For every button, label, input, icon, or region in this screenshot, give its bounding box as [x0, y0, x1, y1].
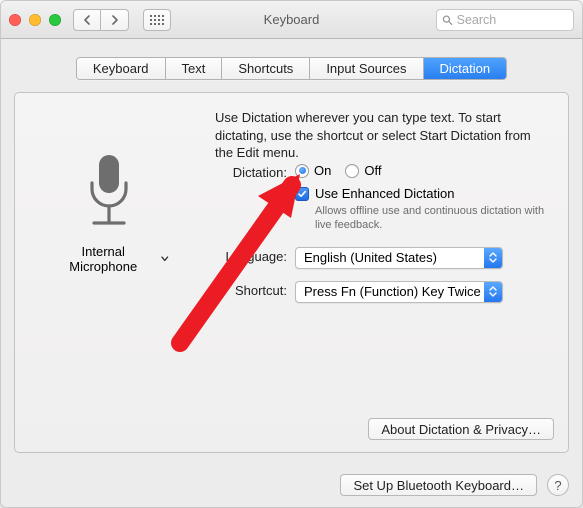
tab-input-sources[interactable]: Input Sources [310, 58, 423, 79]
back-button[interactable] [73, 9, 101, 31]
search-field[interactable] [436, 9, 574, 31]
tab-keyboard[interactable]: Keyboard [77, 58, 166, 79]
close-window-button[interactable] [9, 14, 21, 26]
checkbox-checked-icon [295, 187, 309, 201]
tab-bar: Keyboard Text Shortcuts Input Sources Di… [76, 57, 507, 80]
shortcut-dropdown[interactable]: Press Fn (Function) Key Twice [295, 281, 503, 303]
shortcut-label: Shortcut: [175, 281, 295, 298]
language-dropdown[interactable]: English (United States) [295, 247, 503, 269]
enhanced-dictation-checkbox[interactable]: Use Enhanced Dictation [295, 186, 548, 201]
language-label: Language: [175, 247, 295, 264]
enhanced-dictation-desc: Allows offline use and continuous dictat… [315, 204, 548, 233]
on-label: On [314, 163, 331, 178]
titlebar: Keyboard [1, 1, 582, 39]
dictation-label: Dictation: [175, 163, 295, 180]
microphone-section: Internal Microphone [49, 153, 169, 274]
tab-text[interactable]: Text [166, 58, 223, 79]
setup-bt-label: Set Up Bluetooth Keyboard… [353, 478, 524, 493]
updown-arrows-icon [484, 282, 502, 302]
bottom-bar: Set Up Bluetooth Keyboard… ? [1, 463, 582, 507]
dictation-radio-group: On Off [295, 163, 548, 178]
chevron-down-icon [161, 256, 169, 262]
setup-bluetooth-keyboard-button[interactable]: Set Up Bluetooth Keyboard… [340, 474, 537, 496]
window-controls [9, 14, 61, 26]
help-button[interactable]: ? [547, 474, 569, 496]
microphone-dropdown[interactable]: Internal Microphone [49, 244, 169, 274]
grid-icon [150, 15, 164, 25]
language-value: English (United States) [304, 250, 484, 265]
help-label: ? [554, 478, 561, 493]
tab-shortcuts[interactable]: Shortcuts [222, 58, 310, 79]
chevron-left-icon [83, 15, 91, 25]
enhanced-dictation-label: Use Enhanced Dictation [315, 186, 454, 201]
forward-button[interactable] [101, 9, 129, 31]
radio-dot-on-icon [295, 164, 309, 178]
nav-buttons [73, 9, 129, 31]
zoom-window-button[interactable] [49, 14, 61, 26]
tab-dictation[interactable]: Dictation [424, 58, 507, 79]
minimize-window-button[interactable] [29, 14, 41, 26]
show-all-prefs-button[interactable] [143, 9, 171, 31]
intro-text: Use Dictation wherever you can type text… [215, 109, 544, 162]
dictation-pane: Use Dictation wherever you can type text… [14, 92, 569, 453]
dictation-on-radio[interactable]: On [295, 163, 331, 178]
radio-dot-off-icon [345, 164, 359, 178]
about-dictation-label: About Dictation & Privacy… [381, 422, 541, 437]
search-input[interactable] [457, 13, 568, 27]
settings-form: Dictation: On Off [175, 163, 548, 315]
microphone-label: Internal Microphone [49, 244, 157, 274]
chevron-right-icon [111, 15, 119, 25]
dictation-off-radio[interactable]: Off [345, 163, 381, 178]
keyboard-preferences-window: Keyboard Keyboard Text Shortcuts Input S… [0, 0, 583, 508]
content-area: Keyboard Text Shortcuts Input Sources Di… [1, 39, 582, 507]
shortcut-value: Press Fn (Function) Key Twice [304, 284, 484, 299]
search-icon [442, 14, 453, 26]
about-dictation-button[interactable]: About Dictation & Privacy… [368, 418, 554, 440]
microphone-icon [79, 153, 139, 231]
off-label: Off [364, 163, 381, 178]
updown-arrows-icon [484, 248, 502, 268]
